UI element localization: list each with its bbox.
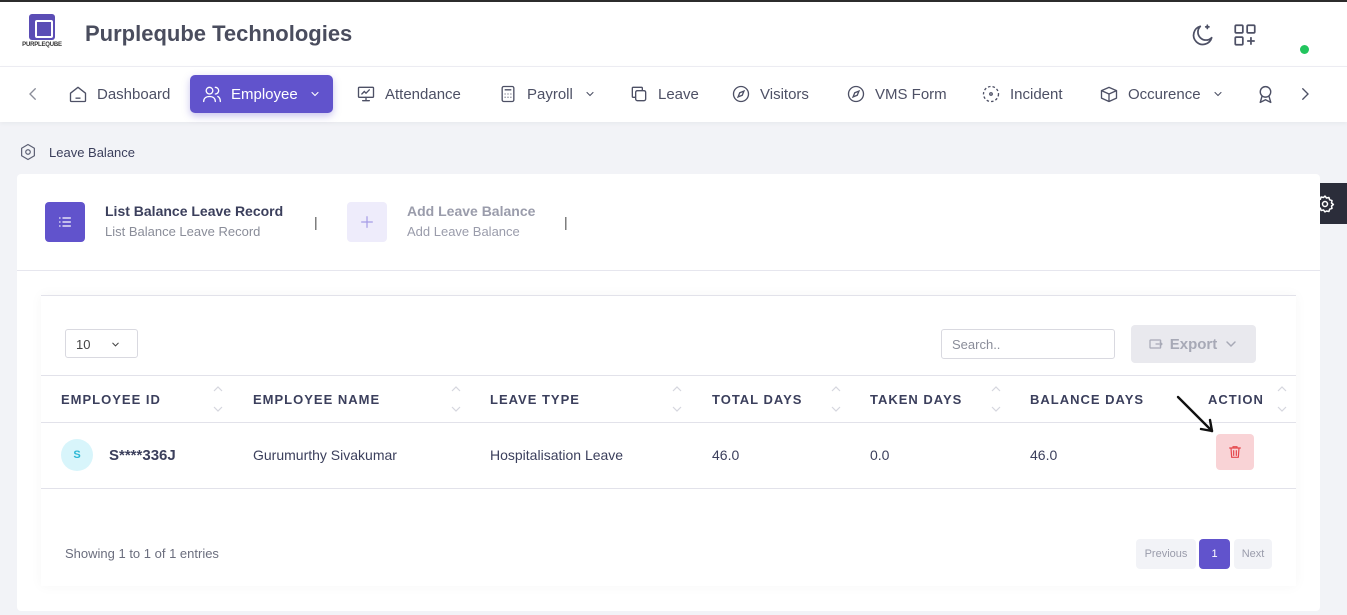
chevron-down-icon: [1213, 91, 1222, 97]
nav-label: Dashboard: [97, 85, 171, 103]
logo-text: PURPLEQUBE: [22, 42, 62, 48]
nav-item-dashboard[interactable]: Dashboard: [56, 75, 182, 113]
compass-icon: [847, 85, 865, 103]
column-header-total-days[interactable]: TOTAL DAYS: [712, 392, 802, 407]
nav-item-occurence[interactable]: Occurence: [1087, 75, 1236, 113]
pagination-page-1[interactable]: 1: [1199, 539, 1230, 569]
focus-icon: [982, 85, 1000, 103]
top-bar: PURPLEQUBE Purpleqube Technologies: [0, 0, 1347, 66]
column-header-balance-days[interactable]: BALANCE DAYS: [1030, 392, 1144, 407]
home-icon: [69, 86, 87, 103]
leave-balance-card: List Balance Leave Record List Balance L…: [17, 174, 1320, 611]
chevron-down-icon: [112, 342, 119, 347]
cell-taken-days: 0.0: [870, 447, 890, 463]
sort-icon[interactable]: [213, 384, 223, 414]
search-input[interactable]: [941, 329, 1115, 359]
cell-leave-type: Hospitalisation Leave: [490, 447, 624, 463]
breadcrumb-label: Leave Balance: [49, 144, 136, 160]
nav-label: Occurence: [1128, 85, 1201, 103]
apps-add-icon[interactable]: [1232, 22, 1258, 48]
nav-label: Attendance: [385, 85, 461, 103]
logo-mark: [29, 14, 55, 40]
sort-icon[interactable]: [672, 384, 682, 414]
tab-add-balance[interactable]: [347, 202, 387, 242]
nav-item-attendance[interactable]: Attendance: [344, 75, 473, 113]
column-header-taken-days[interactable]: TAKEN DAYS: [870, 392, 962, 407]
cell-balance-days: 46.0: [1030, 447, 1058, 463]
nav-label: Incident: [1010, 85, 1063, 103]
nav-item-vms-form[interactable]: VMS Form: [834, 75, 959, 113]
tab-separator: |: [564, 214, 568, 230]
copy-icon: [631, 86, 647, 102]
list-icon: [59, 217, 71, 227]
column-header-employee-id[interactable]: EMPLOYEE ID: [61, 392, 161, 407]
tab-list-balance[interactable]: [45, 202, 85, 242]
nav-item-payroll[interactable]: Payroll: [486, 75, 608, 113]
tab-list-subtitle: List Balance Leave Record: [105, 224, 261, 239]
nav-label: Leave: [658, 85, 699, 103]
wizard-tabs: List Balance Leave Record List Balance L…: [17, 174, 1320, 271]
page-length-select[interactable]: 10: [65, 329, 138, 358]
monitor-icon: [357, 86, 375, 102]
nav-label: Visitors: [760, 85, 809, 103]
page-length-value: 10: [76, 337, 91, 352]
export-label: Export: [1169, 335, 1218, 353]
leave-balance-table-panel: 10 Export EMPLOYEE ID EMPLOYEE NAME LEAV…: [41, 295, 1296, 586]
cell-employee-name: Gurumurthy Sivakumar: [253, 447, 397, 463]
nav-item-employee[interactable]: Employee: [190, 75, 333, 113]
pagination-previous[interactable]: Previous: [1136, 539, 1196, 569]
column-header-employee-name[interactable]: EMPLOYEE NAME: [253, 392, 380, 407]
delete-button[interactable]: [1216, 434, 1254, 470]
export-button[interactable]: Export: [1131, 325, 1256, 363]
cell-employee-id: S****336J: [109, 447, 176, 464]
nav-label: Payroll: [527, 85, 573, 103]
sort-icon[interactable]: [991, 384, 1001, 414]
pointer-arrow-icon: [1176, 395, 1214, 433]
pagination-next[interactable]: Next: [1234, 539, 1272, 569]
chevron-down-icon: [586, 91, 594, 97]
cell-total-days: 46.0: [712, 447, 740, 463]
breadcrumb: Leave Balance: [19, 143, 135, 161]
tab-add-title[interactable]: Add Leave Balance: [407, 203, 535, 219]
table-row: S S****336J Gurumurthy Sivakumar Hospita…: [41, 395, 1296, 489]
box-icon: [1100, 86, 1118, 103]
sort-icon[interactable]: [1277, 384, 1287, 414]
chevron-down-icon: [311, 91, 319, 97]
nav-label: VMS Form: [875, 85, 947, 103]
nav-scroll-right-icon[interactable]: [1296, 85, 1314, 103]
trash-icon: [1229, 446, 1241, 458]
table-header: EMPLOYEE ID EMPLOYEE NAME LEAVE TYPE TOT…: [41, 375, 1296, 423]
avatar: S: [61, 439, 93, 471]
export-icon: [1149, 339, 1163, 349]
nav-scroll-left-icon[interactable]: [24, 85, 42, 103]
compass-icon: [732, 85, 750, 103]
tab-add-subtitle: Add Leave Balance: [407, 224, 520, 239]
sort-icon[interactable]: [831, 384, 841, 414]
nav-item-incident[interactable]: Incident: [969, 75, 1075, 113]
nav-item-leave[interactable]: Leave: [617, 75, 711, 113]
nav-label: Employee: [231, 85, 298, 103]
users-icon: [203, 86, 221, 103]
company-logo[interactable]: PURPLEQUBE: [22, 14, 62, 54]
hexagon-icon: [21, 143, 35, 161]
table-info: Showing 1 to 1 of 1 entries: [65, 546, 219, 561]
tab-list-title[interactable]: List Balance Leave Record: [105, 203, 283, 219]
online-status-dot: [1300, 45, 1309, 54]
tab-separator: |: [314, 214, 318, 230]
company-name: Purpleqube Technologies: [85, 21, 353, 46]
nav-item-visitors[interactable]: Visitors: [719, 75, 821, 113]
sort-icon[interactable]: [451, 384, 461, 414]
main-navbar: Dashboard Employee Attendance Payroll Le…: [0, 66, 1347, 122]
calculator-icon: [501, 85, 515, 103]
moon-icon[interactable]: [1190, 22, 1216, 48]
plus-icon: [361, 216, 373, 228]
award-icon[interactable]: [1255, 84, 1276, 105]
chevron-down-icon: [1226, 341, 1236, 348]
column-header-leave-type[interactable]: LEAVE TYPE: [490, 392, 580, 407]
